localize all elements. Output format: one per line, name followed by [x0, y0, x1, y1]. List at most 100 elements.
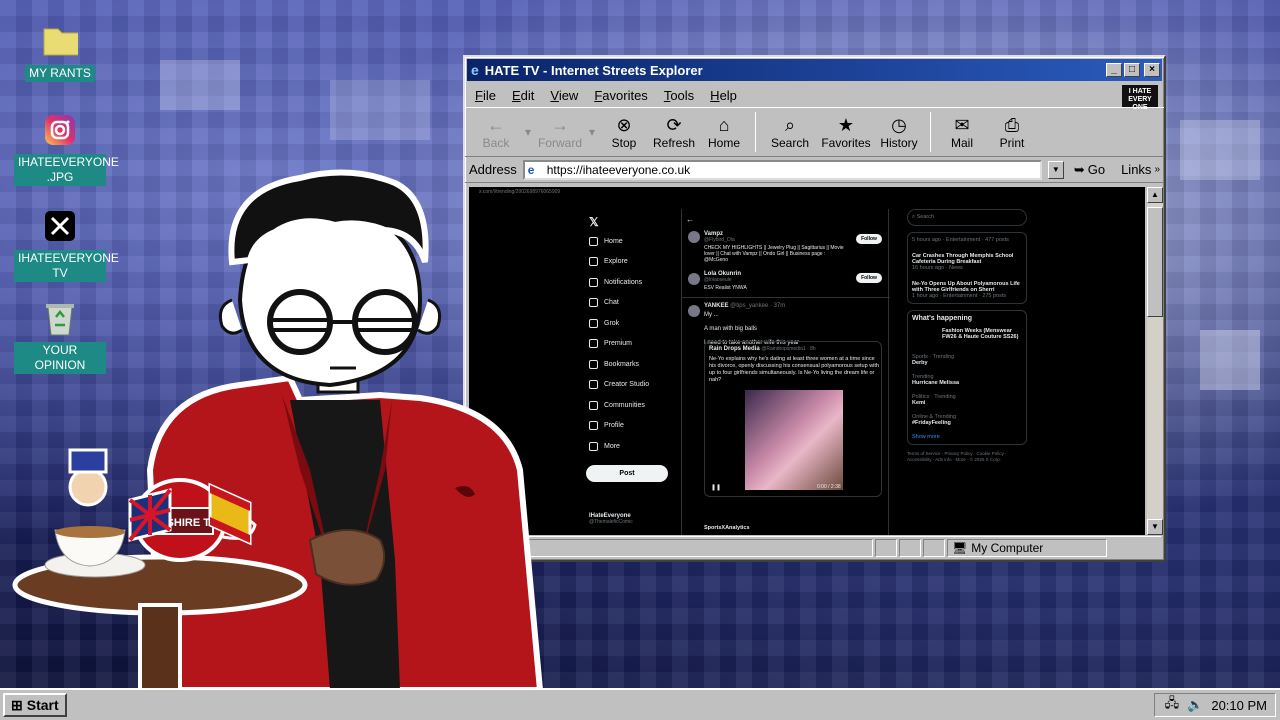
menu-file[interactable]: File — [475, 88, 496, 103]
forward-button[interactable]: → Forward — [535, 114, 585, 150]
desktop-icon-my-rants[interactable]: MY RANTS — [14, 22, 106, 82]
back-button[interactable]: ← Back — [471, 114, 521, 150]
happening-item[interactable]: Kemi — [912, 400, 1022, 406]
x-account-switcher[interactable]: IHateEveryone @ThemaleficComic — [589, 513, 633, 525]
communities-icon — [589, 400, 598, 410]
instagram-icon — [42, 112, 78, 148]
menu-tools[interactable]: Tools — [664, 88, 694, 103]
home-button[interactable]: ⌂ Home — [699, 114, 749, 150]
menu-view[interactable]: View — [550, 88, 578, 103]
refresh-label: Refresh — [652, 136, 696, 150]
search-icon: ⌕ — [784, 115, 796, 135]
address-value: https://ihateeveryone.co.uk — [546, 162, 691, 177]
x-nav-creator-studio[interactable]: Creator Studio — [589, 375, 669, 396]
page-icon: e — [527, 162, 535, 177]
refresh-icon: ⟳ — [666, 115, 682, 135]
address-label: Address — [469, 162, 517, 177]
start-button[interactable]: ⊞ Start — [3, 693, 67, 717]
scroll-down-icon[interactable]: ▼ — [1147, 519, 1163, 535]
x-nav-bookmarks[interactable]: Bookmarks — [589, 354, 669, 375]
x-logo-icon[interactable]: 𝕏 — [589, 215, 599, 229]
ear — [218, 298, 243, 335]
x-nav-profile[interactable]: Profile — [589, 416, 669, 437]
uk-flag — [128, 488, 172, 542]
x-nav-label: Grok — [604, 319, 620, 327]
x-nav: Home Explore Notifications Chat Grok Pre… — [589, 231, 669, 457]
happening-item[interactable]: #FridayFeeling — [912, 420, 1022, 426]
menu-help[interactable]: Help — [710, 88, 737, 103]
maximize-button[interactable]: □ — [1124, 63, 1140, 77]
volume-icon[interactable]: 🔈 — [1187, 697, 1203, 713]
x-search-input[interactable]: ⌕ Search — [907, 209, 1027, 226]
address-input[interactable]: e https://ihateeveryone.co.uk — [522, 159, 1042, 180]
scroll-up-icon[interactable]: ▲ — [1147, 187, 1163, 203]
ie-logo-icon: e — [471, 62, 479, 78]
network-icon[interactable]: 🖧 — [1165, 694, 1180, 716]
hands — [308, 529, 386, 586]
x-nav-explore[interactable]: Explore — [589, 252, 669, 273]
video-player[interactable] — [745, 390, 843, 490]
more-icon — [589, 441, 598, 451]
x-nav-label: Creator Studio — [604, 381, 650, 389]
refresh-button[interactable]: ⟳ Refresh — [649, 114, 699, 150]
vertical-scrollbar[interactable]: ▲ ▼ — [1147, 187, 1163, 535]
trend-title[interactable]: Car Crashes Through Memphis School Cafet… — [912, 253, 1022, 265]
search-label: Search — [770, 136, 810, 150]
back-dropdown[interactable]: ▾ — [521, 125, 535, 139]
pause-icon[interactable]: ❚❚ — [711, 484, 721, 491]
figurine-hat — [68, 448, 108, 474]
search-button[interactable]: ⌕ Search — [762, 114, 818, 150]
x-nav-more[interactable]: More — [589, 436, 669, 457]
x-nav-chat[interactable]: Chat — [589, 293, 669, 314]
stop-button[interactable]: ⊗ Stop — [599, 114, 649, 150]
x-post-button[interactable]: Post — [586, 465, 668, 482]
happening-item[interactable]: Hurricane Melissa — [912, 380, 1022, 386]
happening-item[interactable]: Derby — [912, 360, 1022, 366]
x-nav-grok[interactable]: Grok — [589, 313, 669, 334]
desktop-icon-your-opinion[interactable]: YOUR OPINION — [14, 300, 106, 374]
favorites-button[interactable]: ★ Favorites — [818, 114, 874, 150]
suggest-lola[interactable]: Lola Okunrin @lolaoseule ESV Realist YNW… — [704, 271, 844, 291]
links-chevron-icon[interactable]: » — [1154, 164, 1160, 175]
x-nav-home[interactable]: Home — [589, 231, 669, 252]
trend-title[interactable]: Ne-Yo Opens Up About Polyamorous Life wi… — [912, 281, 1022, 293]
clock[interactable]: 20:10 PM — [1211, 698, 1267, 713]
menu-edit[interactable]: Edit — [512, 88, 534, 103]
desktop-icon-ihateeveryone-tv[interactable]: IHATEEVERYONE TV — [14, 208, 119, 282]
explore-icon — [589, 257, 598, 267]
follow-button[interactable]: Follow — [856, 234, 882, 244]
close-button[interactable]: × — [1144, 63, 1160, 77]
tweet[interactable]: YANKEE @tips_yankee · 37m My ... A man w… — [704, 303, 882, 346]
window-titlebar[interactable]: e HATE TV - Internet Streets Explorer _ … — [467, 59, 1162, 81]
menu-favorites[interactable]: Favorites — [594, 88, 647, 103]
go-button[interactable]: Go — [1088, 162, 1105, 177]
x-nav-notifications[interactable]: Notifications — [589, 272, 669, 293]
follow-button[interactable]: Follow — [856, 273, 882, 283]
status-bar: 🖥 My Computer — [469, 536, 1161, 558]
happening-item[interactable]: Fashion Weeks (Menswear FW26 & Haute Cou… — [912, 328, 1022, 346]
search-placeholder: Search — [916, 214, 935, 220]
suggest-vampz[interactable]: Vampz @Flybird_Ola CHECK MY HIGHLIGHTS |… — [704, 231, 844, 263]
teapot-spout — [213, 514, 257, 540]
go-arrow-icon[interactable]: ➥ — [1074, 162, 1085, 178]
desktop-icon-label: MY RANTS — [25, 65, 95, 82]
desktop-icon-ihateeveryone-jpg[interactable]: IHATEEVERYONE .JPG — [14, 112, 119, 186]
quoted-tweet[interactable]: Rain Drops Media @Raindropsmedia1 · 8h N… — [704, 341, 882, 497]
x-nav-premium[interactable]: Premium — [589, 334, 669, 355]
history-button[interactable]: ◷ History — [874, 114, 924, 150]
mail-button[interactable]: ✉ Mail — [937, 114, 987, 150]
address-dropdown[interactable]: ▼ — [1047, 160, 1064, 179]
bell-icon — [589, 277, 598, 287]
links-button[interactable]: Links — [1121, 162, 1151, 177]
x-back-icon[interactable]: ← — [686, 215, 694, 224]
minimize-button[interactable]: _ — [1106, 63, 1122, 77]
x-nav-communities[interactable]: Communities — [589, 395, 669, 416]
scroll-thumb[interactable] — [1147, 207, 1163, 317]
show-more-link[interactable]: Show more — [912, 434, 1022, 440]
print-button[interactable]: ⎙ Print — [987, 114, 1037, 150]
next-tweet-author: SportsXAnalytics — [704, 525, 750, 531]
tea — [55, 526, 125, 538]
hair — [228, 169, 429, 266]
forward-dropdown[interactable]: ▾ — [585, 125, 599, 139]
x-footer: Terms of Service · Privacy Policy · Cook… — [907, 451, 1007, 462]
